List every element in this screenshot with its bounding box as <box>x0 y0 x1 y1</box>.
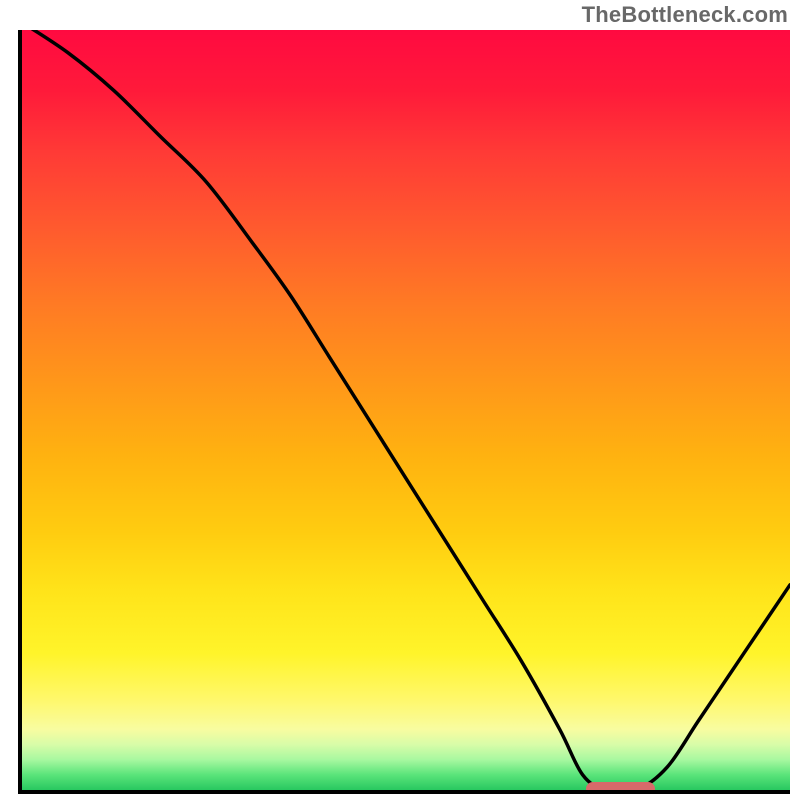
chart-frame: TheBottleneck.com <box>0 0 800 800</box>
optimal-range-marker <box>586 782 655 794</box>
plot-area <box>18 30 790 794</box>
bottleneck-curve <box>22 30 790 790</box>
watermark-text: TheBottleneck.com <box>582 2 788 28</box>
